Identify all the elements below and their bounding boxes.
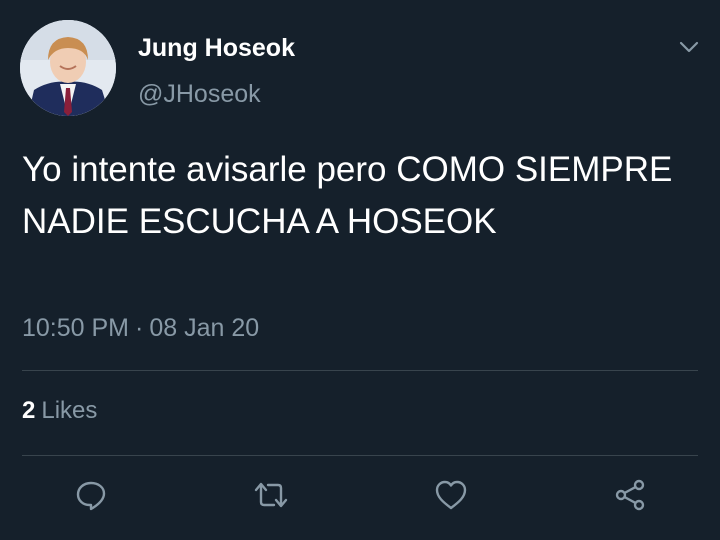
user-handle[interactable]: @JHoseok xyxy=(138,80,261,109)
display-name[interactable]: Jung Hoseok xyxy=(138,34,295,63)
retweet-icon xyxy=(254,482,288,508)
tweet-time: 10:50 PM xyxy=(22,314,130,342)
retweet-button[interactable] xyxy=(252,476,290,514)
tweet-text: Yo intente avisarle pero COMO SIEMPRE NA… xyxy=(22,150,673,241)
chevron-down-icon[interactable] xyxy=(678,36,700,58)
avatar-image xyxy=(20,20,116,116)
divider xyxy=(22,455,698,456)
likes-count: 2 xyxy=(22,397,36,424)
meta-separator: · xyxy=(135,314,144,342)
like-button[interactable] xyxy=(432,476,470,514)
divider xyxy=(22,370,698,371)
tweet-timestamp: 10:50 PM · 08 Jan 20 xyxy=(22,314,259,343)
share-icon xyxy=(615,479,645,511)
likes-label: Likes xyxy=(41,397,98,424)
reply-icon xyxy=(76,481,106,511)
likes-stat[interactable]: 2 Likes xyxy=(22,397,97,425)
avatar[interactable] xyxy=(20,20,116,116)
reply-button[interactable] xyxy=(72,476,110,514)
tweet-card: Jung Hoseok @JHoseok Yo intente avisarle… xyxy=(0,0,720,540)
tweet-date: 08 Jan 20 xyxy=(149,314,260,342)
heart-icon xyxy=(435,480,467,510)
share-button[interactable] xyxy=(611,476,649,514)
